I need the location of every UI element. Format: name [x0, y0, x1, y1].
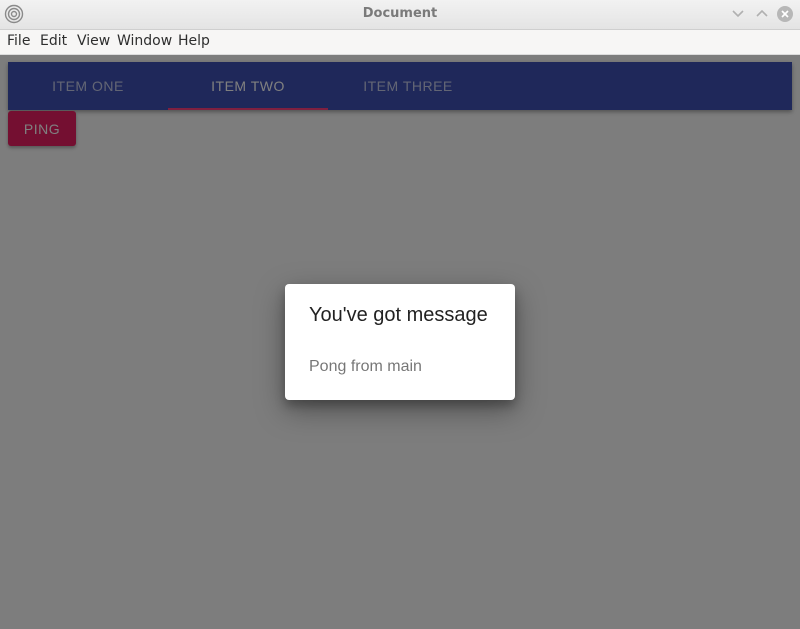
- menu-file[interactable]: File: [7, 33, 30, 49]
- menu-edit[interactable]: Edit: [40, 33, 67, 49]
- maximize-icon[interactable]: [753, 5, 771, 23]
- menu-view[interactable]: View: [77, 33, 110, 49]
- menu-help[interactable]: Help: [178, 33, 210, 49]
- menu-window[interactable]: Window: [117, 33, 172, 49]
- app-window: Document File Edit View Window Help IT: [0, 0, 800, 629]
- dialog-title: You've got message: [309, 304, 488, 326]
- window-title: Document: [362, 6, 438, 21]
- message-dialog: You've got message Pong from main: [285, 284, 515, 400]
- menu-bar: File Edit View Window Help: [0, 30, 800, 55]
- title-bar[interactable]: Document: [0, 0, 800, 30]
- minimize-icon[interactable]: [729, 5, 747, 23]
- dialog-message: Pong from main: [309, 358, 422, 375]
- close-icon[interactable]: [776, 5, 794, 23]
